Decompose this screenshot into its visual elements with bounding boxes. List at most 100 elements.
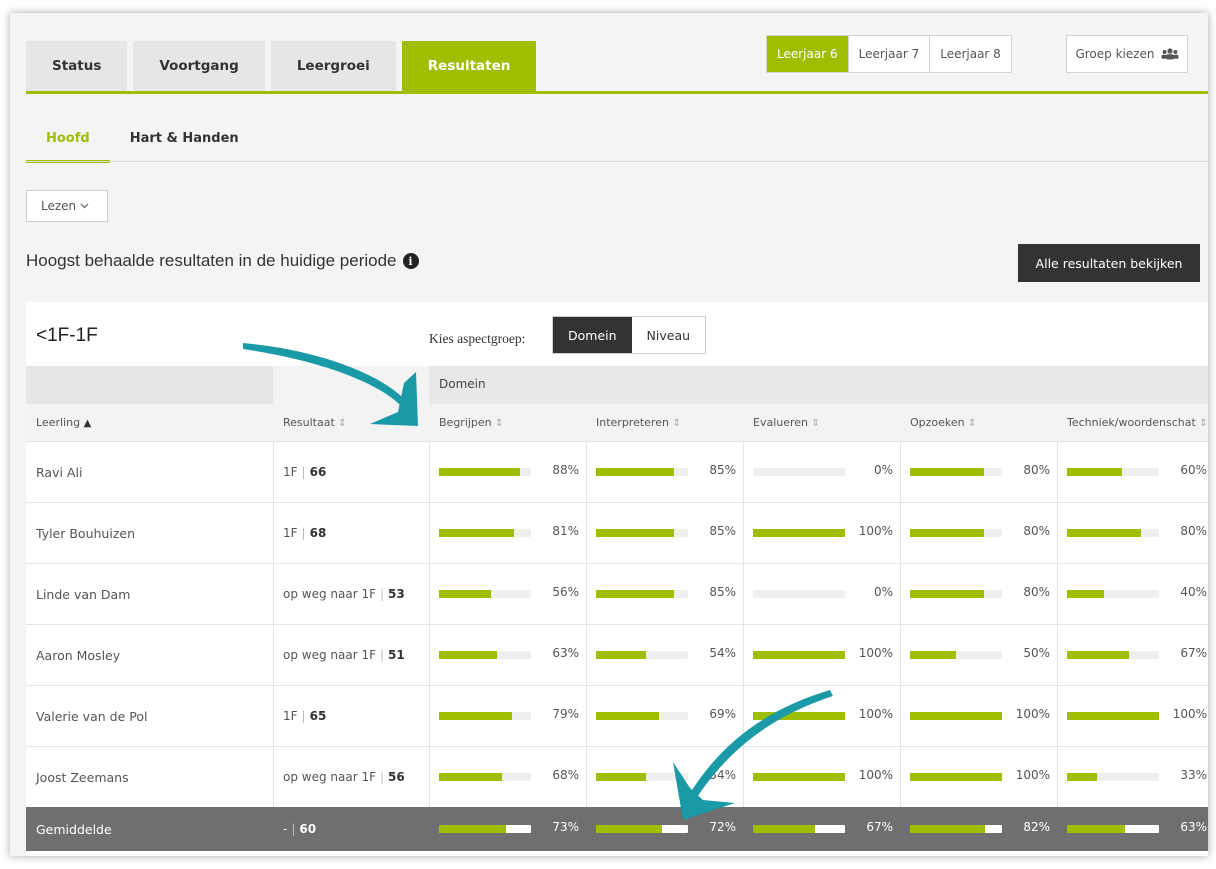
progress-bar <box>439 529 531 537</box>
result-separator: | <box>380 648 385 662</box>
year-selector: Leerjaar 6 Leerjaar 7 Leerjaar 8 <box>766 35 1012 73</box>
progress-bar <box>439 825 531 833</box>
progress-bar <box>439 712 531 720</box>
sort-icon: ⇕ <box>1199 418 1208 429</box>
tab-leergroei[interactable]: Leergroei <box>270 41 396 91</box>
progress-fill <box>439 468 520 476</box>
col-techniek[interactable]: Techniek/woordenschat ⇕ <box>1067 416 1208 429</box>
column-divider <box>273 625 274 685</box>
aspect-domein-button[interactable]: Domein <box>553 317 632 353</box>
result-level: 1F <box>283 526 298 540</box>
column-divider <box>429 442 430 502</box>
aspect-niveau-button[interactable]: Niveau <box>631 317 706 353</box>
progress-fill <box>753 712 845 720</box>
choose-group-button[interactable]: Groep kiezen <box>1066 35 1188 73</box>
column-divider <box>1057 747 1058 807</box>
col-evalueren[interactable]: Evalueren ⇕ <box>753 416 820 429</box>
subtab-hoofd[interactable]: Hoofd <box>26 119 110 163</box>
percentage-label: 50% <box>1023 646 1050 660</box>
col-leerling[interactable]: Leerling ▲ <box>36 416 91 429</box>
result-level: op weg naar 1F <box>283 648 376 662</box>
result-cell: 1F | 65 <box>283 686 326 746</box>
progress-fill <box>910 825 986 833</box>
progress-fill <box>753 773 845 781</box>
result-score: 60 <box>299 822 317 836</box>
subtabs-divider <box>26 161 1208 162</box>
group-header-row: Domein <box>26 366 1208 404</box>
progress-fill <box>753 529 845 537</box>
student-name: Gemiddelde <box>36 821 112 837</box>
result-score: 68 <box>309 526 327 540</box>
subtab-hart-handen[interactable]: Hart & Handen <box>110 119 259 163</box>
column-divider <box>273 503 274 563</box>
progress-bar <box>753 590 845 598</box>
column-divider <box>273 686 274 746</box>
progress-fill <box>1067 590 1104 598</box>
column-divider <box>429 503 430 563</box>
percentage-label: 100% <box>858 768 893 782</box>
column-divider <box>900 625 901 685</box>
chevron-down-icon <box>80 203 89 209</box>
progress-fill <box>1067 651 1129 659</box>
col-interpreteren[interactable]: Interpreteren ⇕ <box>596 416 681 429</box>
progress-bar <box>910 590 1002 598</box>
result-cell: op weg naar 1F | 56 <box>283 747 405 807</box>
info-icon[interactable]: i <box>402 253 419 269</box>
year-7-button[interactable]: Leerjaar 7 <box>847 36 930 72</box>
percentage-label: 40% <box>1180 585 1207 599</box>
progress-fill <box>1067 468 1123 476</box>
percentage-label: 85% <box>709 524 736 538</box>
result-separator: | <box>301 709 306 723</box>
result-level: - <box>283 822 288 836</box>
tab-underline <box>26 91 1208 94</box>
sort-icon: ⇕ <box>338 418 347 429</box>
col-label: Resultaat <box>283 416 335 429</box>
progress-bar <box>1067 468 1159 476</box>
column-divider <box>273 442 274 502</box>
percentage-label: 72% <box>709 820 736 834</box>
student-name: Linde van Dam <box>36 586 131 602</box>
progress-fill <box>439 712 512 720</box>
percentage-label: 54% <box>709 768 736 782</box>
progress-fill <box>910 529 984 537</box>
col-resultaat[interactable]: Resultaat ⇕ <box>283 416 347 429</box>
tab-status[interactable]: Status <box>26 41 128 91</box>
table-row: Ravi Ali 1F | 66 88% 85% 0% 80% 60% <box>26 441 1208 502</box>
percentage-label: 54% <box>709 646 736 660</box>
progress-fill <box>910 468 984 476</box>
tab-voortgang[interactable]: Voortgang <box>133 41 265 91</box>
progress-fill <box>596 651 646 659</box>
progress-bar <box>753 825 845 833</box>
column-divider <box>743 503 744 563</box>
percentage-label: 0% <box>873 585 893 599</box>
group-header-label: Domein <box>439 377 486 391</box>
tab-resultaten[interactable]: Resultaten <box>401 41 537 91</box>
result-cell: op weg naar 1F | 51 <box>283 625 405 685</box>
progress-fill <box>1067 825 1125 833</box>
year-8-button[interactable]: Leerjaar 8 <box>929 36 1011 72</box>
progress-fill <box>596 773 646 781</box>
result-cell: - | 60 <box>283 807 316 851</box>
column-divider <box>743 747 744 807</box>
student-name: Ravi Ali <box>36 464 83 480</box>
year-6-button[interactable]: Leerjaar 6 <box>767 36 848 72</box>
table-row: Valerie van de Pol 1F | 65 79% 69% 100% 100% 100… <box>26 685 1208 746</box>
all-results-button[interactable]: Alle resultaten bekijken <box>1018 244 1200 282</box>
column-header-row: Leerling ▲ Resultaat ⇕ Begrijpen ⇕ Inter… <box>26 404 1208 441</box>
percentage-label: 100% <box>858 524 893 538</box>
col-label: Leerling <box>36 416 81 429</box>
results-panel: <1F-1F Kies aspectgroep: Domein Niveau D… <box>26 302 1208 856</box>
choose-group-label: Groep kiezen <box>1075 47 1155 61</box>
col-opzoeken[interactable]: Opzoeken ⇕ <box>910 416 977 429</box>
percentage-label: 80% <box>1023 585 1050 599</box>
progress-bar <box>753 712 845 720</box>
result-level: op weg naar 1F <box>283 587 376 601</box>
subject-dropdown[interactable]: Lezen <box>26 190 108 222</box>
col-begrijpen[interactable]: Begrijpen ⇕ <box>439 416 504 429</box>
result-level: 1F <box>283 709 298 723</box>
progress-fill <box>439 651 497 659</box>
progress-fill <box>596 529 675 537</box>
progress-bar <box>439 651 531 659</box>
panel-title: <1F-1F <box>36 325 98 346</box>
progress-bar <box>439 590 531 598</box>
